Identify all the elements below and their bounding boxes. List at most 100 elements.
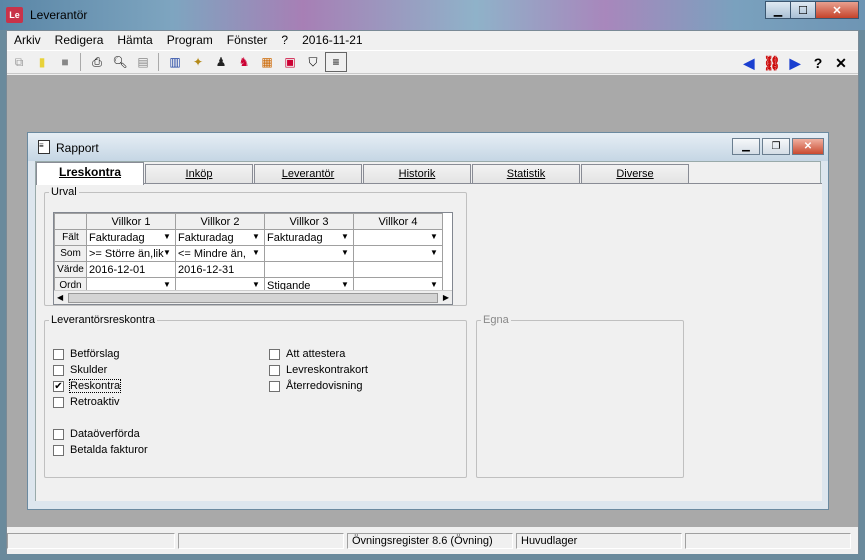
urval-legend: Urval	[51, 186, 77, 198]
find-icon[interactable]: ⛓	[761, 53, 783, 73]
calculator-icon[interactable]: ▣	[279, 52, 301, 72]
tab-statistik[interactable]: Statistik	[472, 164, 580, 184]
tab-historik[interactable]: Historik	[363, 164, 471, 184]
checkbox-betalda-fakturor[interactable]: Betalda fakturor	[53, 444, 148, 456]
grid-cell[interactable]	[353, 261, 443, 278]
chevron-down-icon[interactable]: ▼	[160, 231, 174, 243]
column-header: Villkor 4	[353, 213, 443, 230]
menu-help[interactable]: ?	[274, 33, 295, 47]
filter-icon[interactable]: ⛉	[302, 52, 324, 72]
chart-icon[interactable]: ▥	[164, 52, 186, 72]
checkbox[interactable]	[53, 444, 64, 456]
checkbox[interactable]	[53, 428, 64, 440]
chevron-down-icon[interactable]: ▼	[249, 231, 263, 243]
grid-cell[interactable]: >= Större än,lik ▼	[86, 245, 176, 262]
magic-icon[interactable]: ✦	[187, 52, 209, 72]
grid-cell[interactable]: ▼	[353, 229, 443, 246]
tab-diverse[interactable]: Diverse	[581, 164, 689, 184]
checkbox-betforslag[interactable]: Betförslag	[53, 348, 120, 360]
mdi-workspace: ≡ Rapport ▁ ❐ ✕ Lreskontra Inköp Leveran…	[7, 75, 858, 527]
horizontal-scrollbar[interactable]: ◀ ▶	[54, 290, 452, 304]
document-icon[interactable]: ▤	[132, 52, 154, 72]
menu-hamta[interactable]: Hämta	[110, 33, 159, 47]
column-header: Villkor 3	[264, 213, 354, 230]
minimize-button[interactable]: ▁	[765, 1, 791, 19]
tab-strip: Lreskontra Inköp Leverantör Historik Sta…	[36, 162, 820, 185]
checkbox-skulder[interactable]: Skulder	[53, 364, 107, 376]
scroll-left-icon[interactable]: ◀	[57, 293, 63, 302]
grid-cell[interactable]: Fakturadag ▼	[86, 229, 176, 246]
row-header: Värde	[54, 261, 87, 278]
scroll-right-icon[interactable]: ▶	[443, 293, 449, 302]
urval-group: Urval Villkor 1 Villkor 2 Villkor 3 Vill…	[44, 186, 467, 306]
row-header: Fält	[54, 229, 87, 246]
checkbox[interactable]	[269, 380, 280, 392]
prev-icon[interactable]: ◀	[738, 53, 760, 73]
checkbox[interactable]	[269, 348, 280, 360]
grid-cell[interactable]: Fakturadag ▼	[264, 229, 354, 246]
status-cell	[178, 533, 344, 549]
checkbox[interactable]	[53, 348, 64, 360]
app-icon: Le	[6, 7, 23, 23]
rapport-titlebar: ≡ Rapport ▁ ❐ ✕	[28, 133, 828, 161]
menu-arkiv[interactable]: Arkiv	[7, 33, 48, 47]
grid-cell[interactable]: ▼	[264, 245, 354, 262]
print-icon[interactable]: ⎙	[86, 52, 108, 72]
main-window: Arkiv Redigera Hämta Program Fönster ? 2…	[6, 30, 859, 554]
checkbox-dataoverforda[interactable]: Dataöverförda	[53, 428, 140, 440]
chevron-down-icon[interactable]: ▼	[338, 231, 352, 243]
grid-cell[interactable]: Fakturadag ▼	[175, 229, 265, 246]
checkbox-aterredovisning[interactable]: Återredovisning	[269, 380, 362, 392]
close-icon[interactable]: ✕	[830, 53, 852, 73]
chevron-down-icon[interactable]: ▼	[249, 247, 263, 259]
new-icon[interactable]: ▮	[31, 52, 53, 72]
rapport-window: ≡ Rapport ▁ ❐ ✕ Lreskontra Inköp Leveran…	[27, 132, 829, 510]
checkbox-retroaktiv[interactable]: Retroaktiv	[53, 396, 120, 408]
menu-redigera[interactable]: Redigera	[48, 33, 111, 47]
checkbox-checked[interactable]: ✔	[53, 380, 64, 392]
copy-icon[interactable]: ⧉	[8, 52, 30, 72]
checkbox[interactable]	[269, 364, 280, 376]
menu-fonster[interactable]: Fönster	[220, 33, 275, 47]
checkbox-levreskontrakort[interactable]: Levreskontrakort	[269, 364, 368, 376]
child-restore-button[interactable]: ❐	[762, 138, 790, 155]
column-header: Villkor 2	[175, 213, 265, 230]
close-button[interactable]: ✕	[815, 1, 859, 19]
print-preview-icon[interactable]: 🔍︎	[109, 52, 131, 72]
column-header: Villkor 1	[86, 213, 176, 230]
tab-leverantor[interactable]: Leverantör	[254, 164, 362, 184]
checkbox[interactable]	[53, 364, 64, 376]
help-icon[interactable]: ?	[807, 53, 829, 73]
person-icon[interactable]: ♟	[210, 52, 232, 72]
chevron-down-icon[interactable]: ▼	[338, 247, 352, 259]
document-icon: ≡	[38, 140, 50, 154]
grid-cell[interactable]: 2016-12-31	[175, 261, 265, 278]
tab-lreskontra[interactable]: Lreskontra	[36, 162, 144, 185]
maximize-button[interactable]: ☐	[790, 1, 816, 19]
status-register: Övningsregister 8.6 (Övning)	[347, 533, 513, 549]
checkbox-reskontra[interactable]: ✔ Reskontra	[53, 379, 122, 393]
child-close-button[interactable]: ✕	[792, 138, 824, 155]
lev-legend: Leverantörsreskontra	[51, 314, 155, 326]
person-edit-icon[interactable]: ♞	[233, 52, 255, 72]
child-minimize-button[interactable]: ▁	[732, 138, 760, 155]
rapport-title: Rapport	[56, 141, 99, 155]
report-icon[interactable]: ≡	[325, 52, 347, 72]
clipboard-icon[interactable]: ▦	[256, 52, 278, 72]
window-title: Leverantör	[30, 8, 88, 22]
grid-cell[interactable]: 2016-12-01	[86, 261, 176, 278]
checkbox[interactable]	[53, 396, 64, 408]
grid-cell[interactable]	[264, 261, 354, 278]
chevron-down-icon[interactable]: ▼	[427, 231, 441, 243]
next-icon[interactable]: ▶	[784, 53, 806, 73]
stop-icon[interactable]: ■	[54, 52, 76, 72]
menu-program[interactable]: Program	[160, 33, 220, 47]
scroll-thumb[interactable]	[68, 293, 438, 303]
menu-date: 2016-11-21	[302, 33, 363, 47]
chevron-down-icon[interactable]: ▼	[427, 247, 441, 259]
tab-inkop[interactable]: Inköp	[145, 164, 253, 184]
chevron-down-icon[interactable]: ▼	[160, 247, 174, 259]
grid-cell[interactable]: <= Mindre än, ▼	[175, 245, 265, 262]
grid-cell[interactable]: ▼	[353, 245, 443, 262]
checkbox-att-attestera[interactable]: Att attestera	[269, 348, 345, 360]
